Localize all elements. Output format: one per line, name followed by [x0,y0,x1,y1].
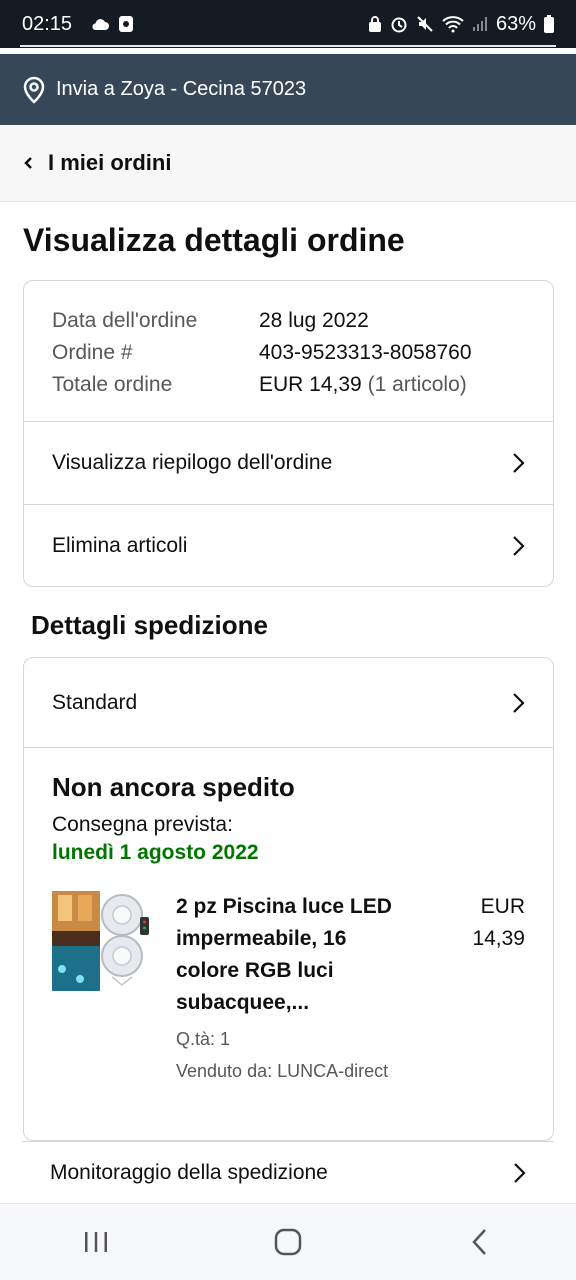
item-price: EUR 14,39 [445,891,525,1083]
status-left: 02:15 [22,13,134,36]
order-total-label: Totale ordine [52,373,173,396]
signal-icon [472,17,487,31]
order-number-label: Ordine # [52,341,133,364]
back-button[interactable] [450,1217,510,1267]
status-right: 63% [368,13,554,36]
lock-icon [368,16,381,32]
order-summary-card: Data dell'ordine 28 lug 2022 Ordine # 40… [23,280,554,587]
alarm-icon [391,17,407,33]
order-number-row: Ordine # 403-9523313-8058760 [52,337,525,369]
battery-level: 63% [495,12,536,35]
wifi-icon [442,16,464,33]
delete-items-link[interactable]: Elimina articoli [24,504,553,586]
shipping-section-title: Dettagli spedizione [31,610,268,640]
clock: 02:15 [22,12,73,35]
location-pin-icon [23,76,45,104]
item-price-currency: EUR [480,895,525,918]
item-price-value: 14,39 [472,927,525,950]
mute-icon [417,16,433,32]
status-bar: 02:15 63% [0,0,576,48]
delivery-date: lunedì 1 agosto 2022 [52,841,259,864]
order-info: Data dell'ordine 28 lug 2022 Ordine # 40… [24,281,553,422]
order-date-value: 28 lug 2022 [259,309,369,332]
chevron-right-icon [514,1162,526,1183]
delete-items-label: Elimina articoli [52,533,188,557]
back-to-orders[interactable]: I miei ordini [0,125,576,202]
battery-icon [544,15,554,33]
home-icon [274,1228,302,1256]
product-thumbnail[interactable] [52,891,152,991]
deliver-to-bar[interactable]: Invia a Zoya - Cecina 57023 [0,54,576,125]
chevron-right-icon [513,535,525,556]
order-number-value: 403-9523313-8058760 [259,341,472,364]
order-date-row: Data dell'ordine 28 lug 2022 [52,305,525,337]
recent-apps-button[interactable] [66,1217,126,1267]
recent-apps-icon [85,1232,107,1252]
order-date-label: Data dell'ordine [52,309,198,332]
notification-icon [119,16,134,32]
order-total-row: Totale ordine EUR 14,39 (1 articolo) [52,369,525,401]
cloud-icon [92,19,110,30]
shipment-card: Standard Non ancora spedito Consegna pre… [23,657,554,1141]
status-divider [20,45,556,47]
chevron-right-icon [513,453,525,473]
delivery-estimate-label: Consegna prevista: [52,813,233,836]
view-order-summary-label: Visualizza riepilogo dell'ordine [52,451,333,474]
shipping-method-label: Standard [52,690,138,714]
chevron-left-icon [24,157,32,169]
order-total-amount: EUR 14,39 [259,373,362,396]
back-link-label: I miei ordini [48,150,172,175]
product-image [52,891,152,991]
page-title: Visualizza dettagli ordine [23,222,405,258]
system-navigation-bar [0,1203,576,1280]
item-seller: Venduto da: LUNCA-direct [176,1061,389,1081]
home-button[interactable] [258,1217,318,1267]
shipment-details: Non ancora spedito Consegna prevista: lu… [24,748,553,1083]
view-order-summary-link[interactable]: Visualizza riepilogo dell'ordine [24,422,553,504]
shipping-method-link[interactable]: Standard [24,658,553,748]
item-quantity: Q.tà: 1 [176,1029,231,1049]
order-item-count: (1 articolo) [367,373,467,396]
back-icon [472,1229,486,1255]
deliver-to-text: Invia a Zoya - Cecina 57023 [56,78,307,100]
order-item[interactable]: 2 pz Piscina luce LED impermeabile, 16 c… [52,891,525,1083]
order-total-value: EUR 14,39 (1 articolo) [259,369,467,401]
shipment-tracking-link[interactable]: Monitoraggio della spedizione [22,1141,554,1203]
item-details: 2 pz Piscina luce LED impermeabile, 16 c… [176,891,406,1083]
chevron-right-icon [513,692,525,713]
shipment-tracking-label: Monitoraggio della spedizione [50,1160,328,1184]
shipment-status: Non ancora spedito [52,772,295,802]
item-title[interactable]: 2 pz Piscina luce LED impermeabile, 16 c… [176,891,406,1019]
